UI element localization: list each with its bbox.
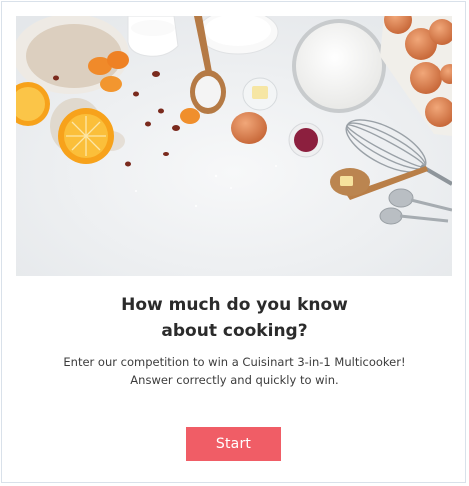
quiz-description-line-1: Enter our competition to win a Cuisinart… (63, 355, 406, 369)
quiz-description-line-2: Answer correctly and quickly to win. (130, 373, 339, 387)
quiz-description: Enter our competition to win a Cuisinart… (2, 353, 467, 389)
quiz-title: How much do you know about cooking? (2, 292, 467, 344)
quiz-title-line-2: about cooking? (161, 321, 308, 341)
quiz-title-line-1: How much do you know (121, 295, 348, 315)
quiz-card: How much do you know about cooking? Ente… (1, 1, 466, 483)
hero-image-baking-ingredients (16, 16, 452, 276)
start-button[interactable]: Start (186, 427, 281, 461)
